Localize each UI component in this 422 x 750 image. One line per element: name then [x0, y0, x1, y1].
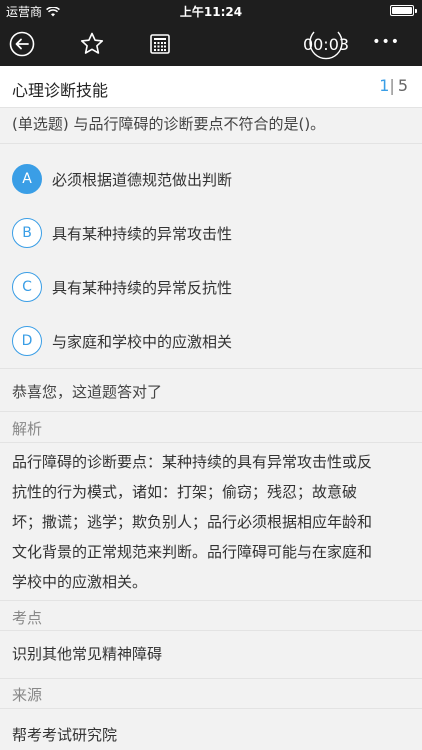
nav-bar: 00:03 ••• — [0, 22, 422, 66]
option-d-letter: D — [12, 326, 42, 356]
question-progress: 1| 5 — [379, 76, 408, 95]
point-divider-top — [0, 600, 422, 601]
option-d-text: 与家庭和学校中的应激相关 — [52, 332, 233, 351]
analysis-line: 坏；撒谎；逃学；欺负别人；品行必须根据相应年龄和 — [12, 513, 373, 531]
status-bar: 运营商 上午11:24 — [0, 0, 422, 22]
point-divider — [0, 630, 422, 631]
option-a-text: 必须根据道德规范做出判断 — [52, 170, 233, 189]
question-header: 心理诊断技能 1| 5 — [0, 66, 422, 108]
timer-value: 00:03 — [302, 34, 350, 54]
favorite-button[interactable] — [78, 30, 106, 58]
option-c[interactable]: C 具有某种持续的异常反抗性 — [0, 260, 422, 314]
question-text: (单选题) 与品行障碍的诊断要点不符合的是()。 — [0, 108, 422, 144]
option-d[interactable]: D 与家庭和学校中的应激相关 — [0, 314, 422, 368]
analysis-label: 解析 — [12, 420, 43, 438]
current-question-number: 1 — [379, 76, 390, 95]
source-section: 来源 — [0, 684, 422, 705]
option-b[interactable]: B 具有某种持续的异常攻击性 — [0, 206, 422, 260]
analysis-line: 品行障碍的诊断要点：某种持续的具有异常攻击性或反 — [12, 453, 373, 471]
source-divider — [0, 708, 422, 709]
answer-sheet-button[interactable] — [146, 30, 174, 58]
timer-button[interactable]: 00:03 — [300, 26, 352, 62]
option-c-letter: C — [12, 272, 42, 302]
option-b-text: 具有某种持续的异常攻击性 — [52, 224, 233, 243]
option-a[interactable]: A 必须根据道德规范做出判断 — [0, 152, 422, 206]
source-body: 帮考考试研究院 — [0, 720, 422, 750]
back-arrow-icon — [9, 31, 35, 57]
answer-sheet-icon — [150, 34, 170, 54]
point-body: 识别其他常见精神障碍 — [0, 639, 422, 669]
analysis-line: 抗性的行为模式，诸如：打架；偷窃；残忍；故意破 — [12, 483, 358, 501]
source-text: 帮考考试研究院 — [12, 726, 118, 744]
page-title: 心理诊断技能 — [12, 81, 109, 100]
status-time: 上午11:24 — [179, 5, 243, 19]
analysis-divider — [0, 442, 422, 443]
analysis-section: 解析 — [0, 418, 422, 439]
source-label: 来源 — [12, 686, 43, 704]
point-section: 考点 — [0, 607, 422, 628]
answer-result: 恭喜您，这道题答对了 — [0, 368, 422, 412]
source-divider-top — [0, 678, 422, 679]
option-c-text: 具有某种持续的异常反抗性 — [52, 278, 233, 297]
battery-icon — [390, 5, 417, 16]
point-text: 识别其他常见精神障碍 — [12, 645, 163, 663]
total-question-count: 5 — [397, 76, 408, 95]
option-a-letter: A — [12, 164, 42, 194]
analysis-body: 品行障碍的诊断要点：某种持续的具有异常攻击性或反 抗性的行为模式，诸如：打架；偷… — [0, 447, 422, 597]
point-label: 考点 — [12, 609, 43, 627]
analysis-line: 文化背景的正常规范来判断。品行障碍可能与在家庭和 — [12, 543, 373, 561]
option-b-letter: B — [12, 218, 42, 248]
back-button[interactable] — [8, 30, 36, 58]
analysis-line: 学校中的应激相关。 — [12, 573, 148, 591]
star-icon — [80, 32, 104, 54]
progress-separator: | — [389, 76, 395, 95]
more-button[interactable]: ••• — [372, 34, 400, 50]
